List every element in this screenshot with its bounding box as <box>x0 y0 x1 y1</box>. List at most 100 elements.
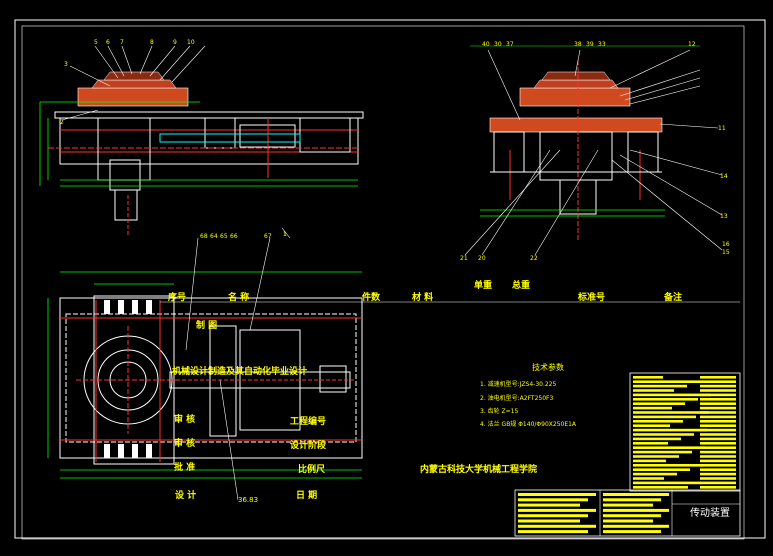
title-block-bar <box>633 420 683 423</box>
tech-line-1: 1. 减速机型号:JZS4-30.225 <box>480 380 557 388</box>
title-block-bar <box>700 459 736 463</box>
title-block-bar <box>603 493 669 496</box>
callout-22: 22 <box>530 255 538 262</box>
top-left-view <box>39 45 364 235</box>
title-block-bar <box>518 514 588 518</box>
title-block-bar <box>700 402 736 405</box>
title-block-bar <box>518 524 596 528</box>
callout-13: 13 <box>720 213 728 220</box>
callout-65: 65 <box>220 233 228 240</box>
title-block-bar <box>700 428 736 432</box>
title-block-bar <box>633 398 698 401</box>
title-block-bar <box>603 524 669 528</box>
title-block-bar <box>633 411 709 414</box>
title-block-bar <box>633 442 668 445</box>
title-block-bar <box>603 530 661 534</box>
callout-66: 66 <box>230 233 238 240</box>
label-audit: 审 核 <box>174 413 195 425</box>
callout-5: 5 <box>94 39 98 46</box>
header-unit-weight: 单重 <box>474 279 492 291</box>
label-design-stage: 设计阶段 <box>290 439 327 451</box>
title-block-bar <box>518 508 596 512</box>
title-block-bar <box>518 530 588 534</box>
callouts: 3 5 6 7 8 9 10 2 1 40 30 37 38 39 33 12 … <box>60 39 730 262</box>
callout-33: 33 <box>598 41 606 48</box>
callout-20: 20 <box>478 255 486 262</box>
tech-heading: 技术参数 <box>532 362 564 372</box>
title-block-bar <box>633 472 677 476</box>
callout-1b: 1 <box>283 231 287 238</box>
title-block-bar <box>633 393 711 397</box>
title-block-bar <box>633 428 707 432</box>
tech-line-3: 3. 齿轮 Z=15 <box>480 407 518 415</box>
title-block-bar <box>603 508 669 512</box>
title-block-bar <box>633 468 690 471</box>
header-qty: 件数 <box>362 291 381 303</box>
callout-11: 11 <box>718 125 726 132</box>
label-drawn: 制 图 <box>196 319 217 331</box>
school-name: 内蒙古科技大学机械工程学院 <box>420 463 537 475</box>
header-standard: 标准号 <box>577 291 605 303</box>
title-block-bar <box>700 406 736 410</box>
parts-list-headers: 序号 名 称 件数 材 料 单重 总重 标准号 备注 <box>168 279 682 303</box>
title-block-bar <box>700 376 736 379</box>
title-block-bar <box>633 406 672 410</box>
callout-6: 6 <box>106 39 110 46</box>
title-block-bar <box>700 380 736 383</box>
title-block-bar <box>633 455 679 458</box>
title-block-bar <box>700 477 736 480</box>
top-right-view <box>464 45 723 256</box>
callout-12: 12 <box>688 41 696 48</box>
callout-39: 39 <box>586 41 594 48</box>
title-block-bar <box>518 493 596 496</box>
tech-line-2: 2. 油电机型号:A2FT250F3 <box>480 394 553 402</box>
dimension-label: 36.83 <box>238 496 258 504</box>
title-block-bar <box>633 433 694 436</box>
title-block-bar <box>700 486 736 489</box>
title-block-bar <box>700 437 736 441</box>
title-block-bar <box>700 420 736 423</box>
project-title: 机械设计制造及其自动化毕业设计 <box>172 365 307 377</box>
title-block-bar <box>700 455 736 458</box>
title-block-bar <box>518 498 588 502</box>
callout-67: 67 <box>264 233 272 240</box>
title-block-bar <box>633 481 701 485</box>
title-block-bar <box>700 398 736 401</box>
plan-view <box>47 227 363 501</box>
title-block-bar <box>700 424 736 427</box>
title-block-bar <box>633 402 685 405</box>
header-name: 名 称 <box>228 291 249 303</box>
title-block-bar <box>633 464 703 467</box>
callout-40: 40 <box>482 41 490 48</box>
header-index: 序号 <box>168 291 186 303</box>
callout-68: 68 <box>200 233 208 240</box>
label-project-no: 工程编号 <box>290 415 326 427</box>
callout-21: 21 <box>460 255 468 262</box>
title-block-bar <box>700 433 736 436</box>
tech-params: 技术参数 1. 减速机型号:JZS4-30.225 2. 油电机型号:A2FT2… <box>480 362 577 428</box>
label-designed: 设 计 <box>175 489 196 501</box>
callout-37: 37 <box>506 41 514 48</box>
title-block-bar <box>633 437 681 441</box>
callout-15: 15 <box>722 249 730 256</box>
title-block-bar <box>700 481 736 485</box>
callout-9: 9 <box>173 39 177 46</box>
callout-2: 2 <box>60 119 64 126</box>
title-block-bar <box>700 393 736 397</box>
title-block-bar <box>633 380 700 383</box>
title-block-bar <box>603 498 661 502</box>
callout-14: 14 <box>720 173 728 180</box>
callout-38: 38 <box>574 41 582 48</box>
title-block-bar <box>700 468 736 471</box>
title-block-bar <box>700 415 736 419</box>
title-block-bar <box>700 442 736 445</box>
callout-16: 16 <box>722 241 730 248</box>
header-notes: 备注 <box>663 291 682 303</box>
title-block-bar <box>633 384 687 388</box>
title-block-bar <box>633 486 688 489</box>
title-block-bar <box>700 450 736 454</box>
callout-64: 64 <box>210 233 218 240</box>
callout-7: 7 <box>120 39 124 46</box>
label-scale: 比例尺 <box>298 463 325 475</box>
title-block-bar <box>518 503 580 507</box>
